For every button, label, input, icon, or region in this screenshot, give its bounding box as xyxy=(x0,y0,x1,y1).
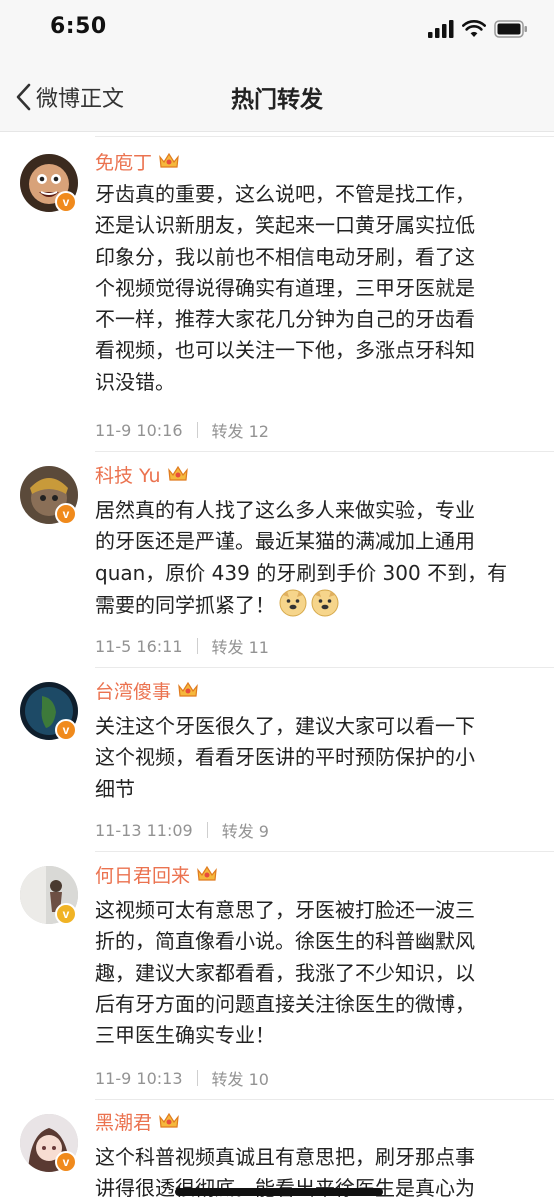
name-row: 何日君回来 xyxy=(95,860,218,888)
divider xyxy=(95,851,554,852)
timestamp: 11-13 11:09 xyxy=(95,820,193,840)
divider xyxy=(95,1099,554,1100)
name-row: 科技 Yu xyxy=(95,460,189,488)
separator xyxy=(196,422,198,438)
divider xyxy=(95,136,554,137)
separator xyxy=(196,638,198,654)
name-row: 台湾傻事 xyxy=(95,676,199,704)
battery-icon xyxy=(494,20,527,38)
username[interactable]: 黑潮君 xyxy=(95,1108,152,1135)
comment-text: 关注这个牙医很久了，建议大家可以看一下 这个视频，看看牙医讲的平时预防保护的小 … xyxy=(95,714,475,801)
comment-meta: 11-9 10:13 转发 10 xyxy=(95,1066,269,1090)
repost-count[interactable]: 转发 11 xyxy=(212,634,269,658)
repost-count[interactable]: 转发 9 xyxy=(222,818,269,842)
separator xyxy=(196,1070,198,1086)
crown-icon xyxy=(159,1112,179,1128)
crown-icon xyxy=(167,465,188,481)
verified-icon: v xyxy=(55,191,77,213)
doge-emoji-icon xyxy=(279,589,307,617)
comment-text: 这视频可太有意思了，牙医被打脸还一波三 折的，简直像看小说。徐医生的科普幽默风 … xyxy=(95,898,475,1048)
name-row: 黑潮君 xyxy=(95,1107,180,1135)
username[interactable]: 科技 Yu xyxy=(95,461,161,488)
comment-meta: 11-9 10:16 转发 12 xyxy=(95,418,269,442)
separator xyxy=(206,822,208,838)
repost-count[interactable]: 转发 10 xyxy=(212,1066,269,1090)
verified-icon: v xyxy=(55,719,77,741)
username[interactable]: 台湾傻事 xyxy=(95,677,171,704)
crown-icon xyxy=(197,865,217,881)
repost-count[interactable]: 转发 12 xyxy=(212,418,269,442)
verified-icon: v xyxy=(55,903,77,925)
timestamp: 11-9 10:13 xyxy=(95,1068,183,1088)
doge-emoji-icon xyxy=(311,589,339,617)
timestamp: 11-5 16:11 xyxy=(95,636,183,656)
status-bar: 6:50 xyxy=(0,0,554,62)
crown-icon xyxy=(159,152,179,168)
timestamp: 11-9 10:16 xyxy=(95,420,183,440)
divider xyxy=(95,451,554,452)
comment-text: 居然真的有人找了这么多人来做实验，专业 的牙医还是严谨。最近某猫的满减加上通用 … xyxy=(95,498,508,617)
status-icons xyxy=(428,20,528,38)
comment-meta: 11-5 16:11 转发 11 xyxy=(95,634,269,658)
home-indicator[interactable] xyxy=(175,1188,383,1196)
name-row: 免庖丁 xyxy=(95,147,180,175)
wifi-icon xyxy=(462,20,486,37)
username[interactable]: 何日君回来 xyxy=(95,861,190,888)
comment-text: 牙齿真的重要，这么说吧，不管是找工作， 还是认识新朋友，笑起来一口黄牙属实拉低 … xyxy=(95,182,475,394)
verified-icon: v xyxy=(55,1151,77,1173)
verified-icon: v xyxy=(55,503,77,525)
username[interactable]: 免庖丁 xyxy=(95,148,152,175)
divider xyxy=(95,667,554,668)
page-title: 热门转发 xyxy=(231,87,323,113)
crown-icon xyxy=(178,681,198,697)
signal-icon xyxy=(428,20,454,38)
nav-bar: 微博正文 热门转发 xyxy=(0,62,554,132)
status-time: 6:50 xyxy=(50,14,107,39)
comment-meta: 11-13 11:09 转发 9 xyxy=(95,818,269,842)
